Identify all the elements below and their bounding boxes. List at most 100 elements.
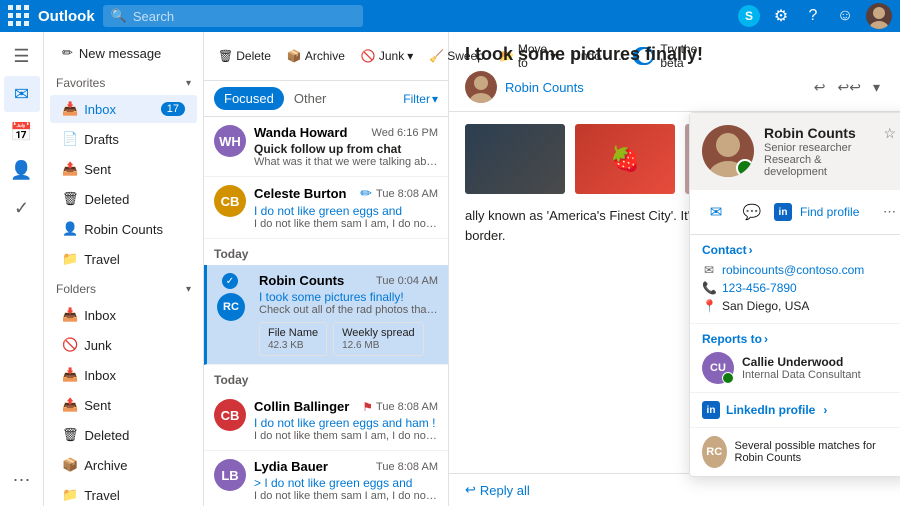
contact-section-title[interactable]: Contact › [702,243,896,257]
junk2-icon: 🚫 [361,49,376,63]
reply-all-button[interactable]: ↩ Reply all [449,473,900,506]
contact-linkedin-icon[interactable]: in [774,203,792,221]
list-item[interactable]: WH Wanda Howard Wed 6:16 PM Quick follow… [204,117,448,177]
avatar[interactable] [866,3,892,29]
hamburger-icon[interactable]: ☰ [4,38,40,74]
star-icon[interactable]: ☆ [883,125,896,142]
list-item[interactable]: CB Celeste Burton ✏ Tue 8:08 AM I do not… [204,177,448,239]
contact-chat-icon[interactable]: 💬 [738,198,766,226]
new-message-button[interactable]: ✏ New message [50,39,197,67]
contact-chevron-icon: › [749,243,753,257]
focused-tab[interactable]: Focused [214,87,284,110]
sidebar-item-sent[interactable]: 📤 Sent [50,155,197,183]
calendar-icon[interactable]: 📅 [4,114,40,150]
contact-email-icon[interactable]: ✉ [702,198,730,226]
chevron-down-icon: ▾ [186,78,191,89]
sidebar-item-travel2[interactable]: 📁 Travel [50,481,197,506]
message-toolbar: 🗑 Delete 📦 Archive 🚫 Junk ▾ 🧹 Sweep 📂 Mo… [204,32,448,81]
sidebar-item-deleted2[interactable]: 🗑 Deleted [50,421,197,449]
sidebar-item-sent2[interactable]: 📤 Sent [50,391,197,419]
settings-icon[interactable]: ⚙ [770,5,792,27]
email-actions: ↩ ↩↩ ▾ [810,75,884,100]
more-apps-icon[interactable]: ⋯ [4,462,40,498]
people-icon[interactable]: 👤 [4,152,40,188]
filter-button[interactable]: Filter ▾ [403,92,438,106]
reply-icon[interactable]: ↩ [810,75,830,100]
list-item[interactable]: CB Collin Ballinger ⚑ Tue 8:08 AM I do n… [204,391,448,451]
avatar: CB [214,399,246,431]
junk-icon: 🚫 [62,337,78,353]
avatar: WH [214,125,246,157]
reports-to-title[interactable]: Reports to › [702,332,896,346]
sidebar-item-robin[interactable]: 👤 Robin Counts [50,215,197,243]
sender-name[interactable]: Robin Counts [505,80,584,95]
contact-card-header: Robin Counts Senior researcher Research … [690,113,900,190]
icon-nav: ☰ ✉ 📅 👤 ✓ ⋯ [0,32,44,506]
search-input[interactable] [133,9,355,24]
linkedin-profile-button[interactable]: in LinkedIn profile › [702,401,896,419]
mail-icon[interactable]: ✉ [4,76,40,112]
search-box[interactable]: 🔍 [103,5,363,27]
contact-phone-detail: 📞 123-456-7890 [702,279,896,297]
content-area: I took some pictures finally! Robin Coun… [449,32,900,506]
other-tab[interactable]: Other [284,87,337,110]
sidebar-item-archive[interactable]: 📦 Archive [50,451,197,479]
sidebar-item-junk[interactable]: 🚫 Junk [50,331,197,359]
sidebar-item-travel[interactable]: 📁 Travel [50,245,197,273]
archive-button[interactable]: 📦 Archive [281,45,351,67]
tasks-icon[interactable]: ✓ [4,190,40,226]
inbox2-icon: 📥 [62,307,78,323]
suggestions-avatar: RC [702,436,727,468]
folders-section: Folders ▾ [44,274,203,300]
travel-icon: 📁 [62,487,78,503]
location-icon: 📍 [702,299,716,313]
sidebar-item-drafts[interactable]: 📄 Drafts [50,125,197,153]
sidebar-item-inbox2[interactable]: 📥 Inbox [50,301,197,329]
sent-icon: 📤 [62,161,78,177]
favorites-section: Favorites ▾ [44,68,203,94]
attachment-row: File Name 42.3 KB Weekly spread 12.6 MB [259,322,438,356]
sent2-icon: 📤 [62,397,78,413]
archive2-icon: 📦 [287,49,302,63]
sidebar-item-inbox[interactable]: 📥 Inbox 17 [50,95,197,123]
help-icon[interactable]: ? [802,5,824,27]
contact-email-detail: ✉ robincounts@contoso.com [702,261,896,279]
reports-chevron-icon: › [764,332,768,346]
contact-avatar [702,125,754,177]
check-icon: ✓ [222,273,238,289]
inbox3-icon: 📥 [62,367,78,383]
reports-person: CU Callie Underwood Internal Data Consul… [702,352,896,384]
email-title: I took some pictures finally! [465,44,884,65]
feedback-icon[interactable]: ☺ [834,5,856,27]
find-profile-link[interactable]: Find profile [800,205,859,219]
reply-all-icon[interactable]: ↩↩ [834,75,865,100]
topbar: Outlook 🔍 S ⚙ ? ☺ [0,0,900,32]
linkedin-logo-icon: in [702,401,720,419]
email-meta: Robin Counts ↩ ↩↩ ▾ [465,71,884,103]
inbox-icon: 📥 [62,101,78,117]
contact-email-value[interactable]: robincounts@contoso.com [722,263,864,277]
email-image-1 [465,124,565,194]
expand-icon[interactable]: ▾ [869,75,884,100]
junk-button[interactable]: 🚫 Junk ▾ [355,45,419,67]
email-detail-icon: ✉ [702,263,716,277]
chevron-down-icon-2: ▾ [186,284,191,295]
skype-icon[interactable]: S [738,5,760,27]
list-item[interactable]: LB Lydia Bauer Tue 8:08 AM > I do not li… [204,451,448,506]
suggestions-section: RC Several possible matches for Robin Co… [690,428,900,476]
delete-button[interactable]: 🗑 Delete [212,45,277,67]
message-list: 🗑 Delete 📦 Archive 🚫 Junk ▾ 🧹 Sweep 📂 Mo… [204,32,449,506]
junk-chevron-icon: ▾ [407,49,413,63]
section-today2: Today [204,365,448,391]
list-item[interactable]: ✓ RC Robin Counts Tue 0:04 AM I took som… [204,265,448,365]
deleted2-icon: 🗑 [62,427,79,443]
sidebar-item-inbox3[interactable]: 📥 Inbox [50,361,197,389]
sidebar: ✏ New message Favorites ▾ 📥 Inbox 17 📄 D… [44,32,204,506]
contact-dept: Research & development [764,154,873,178]
contact-more-icon[interactable]: ⋯ [883,204,896,220]
sidebar-item-deleted[interactable]: 🗑 Deleted [50,185,197,213]
reports-section: Reports to › CU Callie Underwood Interna… [690,324,900,393]
edit-icon: ✏ [360,185,372,202]
contact-phone-value[interactable]: 123-456-7890 [722,281,797,295]
grid-icon [8,5,30,27]
